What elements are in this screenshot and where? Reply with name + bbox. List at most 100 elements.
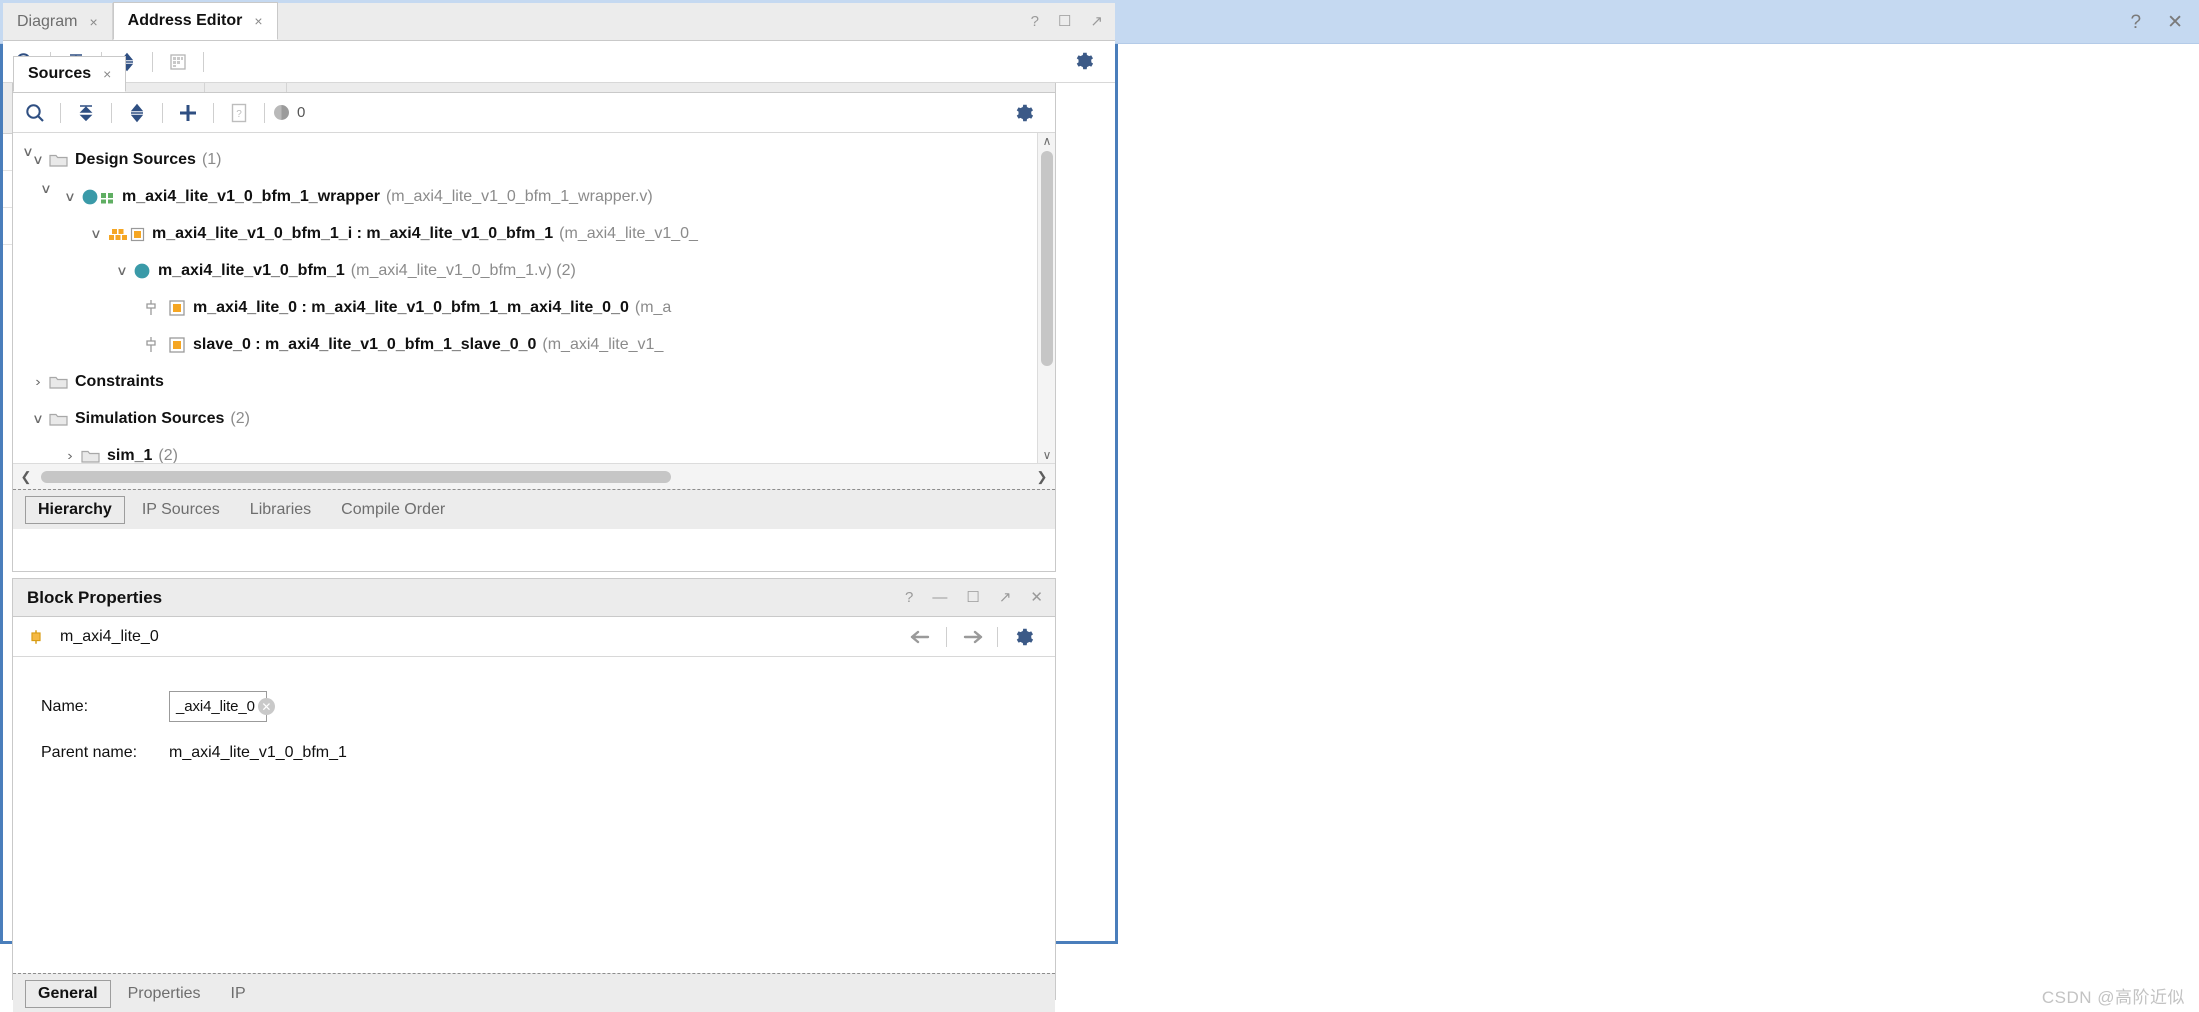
tree-meta: (2) — [158, 446, 178, 464]
chevron-right-icon[interactable]: › — [24, 374, 52, 389]
tree-row-ip-m-axi4-lite-0[interactable]: m_axi4_lite_0 : m_axi4_lite_v1_0_bfm_1_m… — [13, 289, 1055, 326]
tab-diagram[interactable]: Diagram × — [3, 3, 113, 40]
tab-address-editor-label: Address Editor — [127, 12, 243, 29]
tree-meta: (1) — [201, 150, 222, 168]
chevron-right-icon[interactable]: › — [56, 448, 84, 463]
help-icon[interactable]: ? — [2131, 13, 2142, 32]
search-icon[interactable] — [17, 95, 53, 131]
scroll-track[interactable] — [39, 464, 1029, 490]
folder-icon — [49, 374, 68, 390]
tree-meta: (m_axi4_lite_v1_0_ — [559, 224, 698, 242]
toolbar-divider — [162, 102, 163, 123]
tree-vertical-scrollbar[interactable]: ∧ ∨ — [1037, 133, 1055, 463]
tab-sources-label: Sources — [28, 65, 92, 82]
name-input[interactable]: _axi4_lite_0 ✕ — [169, 691, 275, 722]
maximize-icon[interactable]: ☐ — [1058, 14, 1071, 29]
tree-row-wrapper[interactable]: ∨ m_axi4_lite_v1_0_bfm_1_wrapper (m_axi4… — [13, 178, 1055, 215]
tab-sources-close-icon[interactable]: × — [103, 66, 111, 82]
svg-text:?: ? — [236, 109, 242, 120]
close-icon[interactable]: ✕ — [2167, 13, 2183, 32]
sources-toolbar: ? 0 — [13, 93, 1055, 133]
subtab-properties[interactable]: Properties — [115, 980, 214, 1008]
watermark: CSDN @高阶近似 — [2041, 988, 2185, 1007]
tab-sources[interactable]: Sources × — [13, 56, 127, 92]
chevron-down-icon[interactable]: ∨ — [108, 263, 136, 279]
scroll-thumb[interactable] — [1041, 151, 1053, 366]
property-row-name: Name: _axi4_lite_0 ✕ — [41, 691, 1055, 722]
tree-row-module[interactable]: ∨ m_axi4_lite_v1_0_bfm_1 (m_axi4_lite_v1… — [13, 252, 1055, 289]
sources-tree-rows: ∨ Design Sources (1) ∨ m_axi4_lite_v1_0_… — [13, 133, 1055, 464]
gear-icon[interactable] — [1065, 43, 1101, 79]
add-sources-icon[interactable] — [170, 95, 206, 131]
tree-meta: (m_a — [634, 298, 672, 316]
subtab-general[interactable]: General — [25, 979, 111, 1008]
scroll-left-arrow-icon[interactable]: ❮ — [13, 469, 39, 485]
selected-object-label: m_axi4_lite_0 — [60, 627, 159, 645]
module-bd-icon — [81, 188, 115, 206]
auto-assign-address-icon[interactable] — [160, 44, 196, 80]
tree-label: Simulation Sources — [75, 409, 225, 427]
expand-all-icon[interactable] — [119, 95, 155, 131]
tree-row-design-sources[interactable]: ∨ Design Sources (1) — [13, 141, 1055, 178]
scroll-down-arrow-icon[interactable]: ∨ — [1038, 447, 1055, 463]
scroll-thumb[interactable] — [41, 470, 671, 483]
tree-row-simulation-sources[interactable]: ∨ Simulation Sources (2) — [13, 400, 1055, 437]
toolbar-divider — [111, 102, 112, 123]
sources-tree[interactable]: ∨ Design Sources (1) ∨ m_axi4_lite_v1_0_… — [13, 133, 1055, 463]
back-arrow-icon[interactable] — [903, 619, 939, 655]
subtab-libraries[interactable]: Libraries — [237, 496, 324, 524]
float-icon[interactable]: ↗ — [1090, 14, 1103, 29]
tab-diagram-label: Diagram — [17, 12, 78, 30]
tree-label: Constraints — [75, 372, 164, 390]
help-icon[interactable]: ? — [905, 590, 913, 605]
address-editor-toolbar — [3, 41, 1115, 83]
block-properties-nav — [899, 617, 1045, 657]
tree-row-constraints[interactable]: › Constraints — [13, 363, 1055, 400]
tree-label: m_axi4_lite_v1_0_bfm_1_i : m_axi4_lite_v… — [152, 224, 554, 242]
unknown-file-icon[interactable]: ? — [221, 95, 257, 131]
tree-row-bd-instance[interactable]: ∨ m_axi4_lite_v1_0_bfm_1_i : m_axi4_lite… — [13, 215, 1055, 252]
tab-address-editor[interactable]: Address Editor × — [112, 2, 278, 40]
source-issue-count: 0 — [274, 104, 305, 121]
chevron-down-icon[interactable]: ∨ — [56, 189, 84, 205]
tree-row-ip-slave-0[interactable]: slave_0 : m_axi4_lite_v1_0_bfm_1_slave_0… — [13, 326, 1055, 363]
chevron-down-icon[interactable]: ∨ — [14, 144, 42, 160]
block-properties-body: Name: _axi4_lite_0 ✕ Parent name: m_axi4… — [13, 657, 1055, 921]
chevron-down-icon[interactable]: ∨ — [32, 181, 60, 197]
subtab-compile-order[interactable]: Compile Order — [328, 496, 458, 524]
float-icon[interactable]: ↗ — [999, 590, 1012, 605]
subtab-ip-sources[interactable]: IP Sources — [129, 496, 233, 524]
scroll-right-arrow-icon[interactable]: ❯ — [1029, 469, 1055, 485]
tree-row-sim-1[interactable]: › sim_1 (2) — [13, 437, 1055, 464]
maximize-icon[interactable]: ☐ — [966, 590, 979, 605]
subtab-hierarchy[interactable]: Hierarchy — [25, 495, 125, 524]
toolbar-divider — [264, 102, 265, 123]
collapse-all-icon[interactable] — [68, 95, 104, 131]
pin-block-icon — [141, 336, 161, 354]
subtab-ip[interactable]: IP — [218, 980, 259, 1008]
pin-block-icon — [27, 628, 45, 646]
name-input-value: _axi4_lite_0 — [176, 698, 255, 715]
tab-diagram-close-icon[interactable]: × — [89, 14, 97, 30]
chevron-down-icon[interactable]: ∨ — [82, 226, 110, 242]
chevron-down-icon[interactable]: ∨ — [24, 411, 52, 427]
folder-icon — [49, 152, 68, 168]
tree-meta: (m_axi4_lite_v1_0_bfm_1_wrapper.v) — [385, 187, 653, 205]
toolbar-divider — [203, 51, 204, 72]
tree-meta: (m_axi4_lite_v1_ — [542, 335, 664, 353]
tree-horizontal-scrollbar[interactable]: ❮ ❯ — [13, 463, 1055, 489]
bd-inst-icon — [107, 225, 145, 243]
gear-icon[interactable] — [1005, 95, 1041, 131]
minimize-icon[interactable]: — — [932, 590, 947, 605]
toolbar-divider — [946, 627, 947, 647]
sources-panel: Sources × Design Signals ? — ☐ ↗ — [12, 56, 1056, 572]
clear-icon[interactable]: ✕ — [257, 698, 275, 715]
help-icon[interactable]: ? — [1031, 14, 1039, 29]
block-properties-filler — [13, 921, 1055, 973]
close-icon[interactable]: ✕ — [1030, 590, 1043, 605]
property-label: Parent name: — [41, 744, 138, 761]
gear-icon[interactable] — [1005, 619, 1041, 655]
forward-arrow-icon[interactable] — [954, 619, 990, 655]
scroll-up-arrow-icon[interactable]: ∧ — [1038, 133, 1055, 149]
tab-address-editor-close-icon[interactable]: × — [254, 13, 262, 29]
